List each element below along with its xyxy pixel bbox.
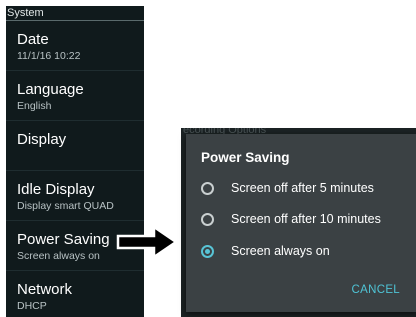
option-screen-always-on[interactable]: Screen always on	[201, 240, 411, 262]
setting-item-display[interactable]: Display	[6, 121, 144, 171]
settings-panel: System Date 11/1/16 10:22 Language Engli…	[6, 6, 144, 317]
option-label: Screen off after 10 minutes	[231, 212, 381, 226]
radio-unchecked-icon[interactable]	[201, 181, 214, 195]
cancel-button[interactable]: CANCEL	[352, 284, 400, 296]
setting-item-idle-display[interactable]: Idle Display Display smart QUAD	[6, 171, 144, 221]
setting-title: Display	[17, 131, 67, 148]
right-arrow-icon	[116, 224, 179, 260]
setting-title: Language	[17, 81, 84, 98]
dialog-title: Power Saving	[201, 150, 290, 165]
setting-subtitle: 11/1/16 10:22	[17, 50, 81, 62]
setting-subtitle: DHCP	[17, 300, 47, 312]
setting-item-date[interactable]: Date 11/1/16 10:22	[6, 21, 144, 71]
setting-item-language[interactable]: Language English	[6, 71, 144, 121]
power-saving-dialog: Power Saving Screen off after 5 minutes …	[186, 134, 416, 312]
setting-subtitle: Display smart QUAD	[17, 200, 114, 212]
setting-title: Date	[17, 31, 49, 48]
option-label: Screen off after 5 minutes	[231, 181, 374, 195]
radio-checked-icon[interactable]	[201, 244, 214, 258]
settings-header: System	[6, 6, 144, 21]
setting-title: Network	[17, 281, 73, 298]
radio-unchecked-icon[interactable]	[201, 212, 214, 226]
option-screen-off-5-min[interactable]: Screen off after 5 minutes	[201, 177, 411, 199]
setting-title: Idle Display	[17, 181, 95, 198]
option-screen-off-10-min[interactable]: Screen off after 10 minutes	[201, 208, 411, 230]
option-label: Screen always on	[231, 244, 330, 258]
setting-item-network[interactable]: Network DHCP	[6, 271, 144, 317]
setting-subtitle: English	[17, 100, 52, 112]
